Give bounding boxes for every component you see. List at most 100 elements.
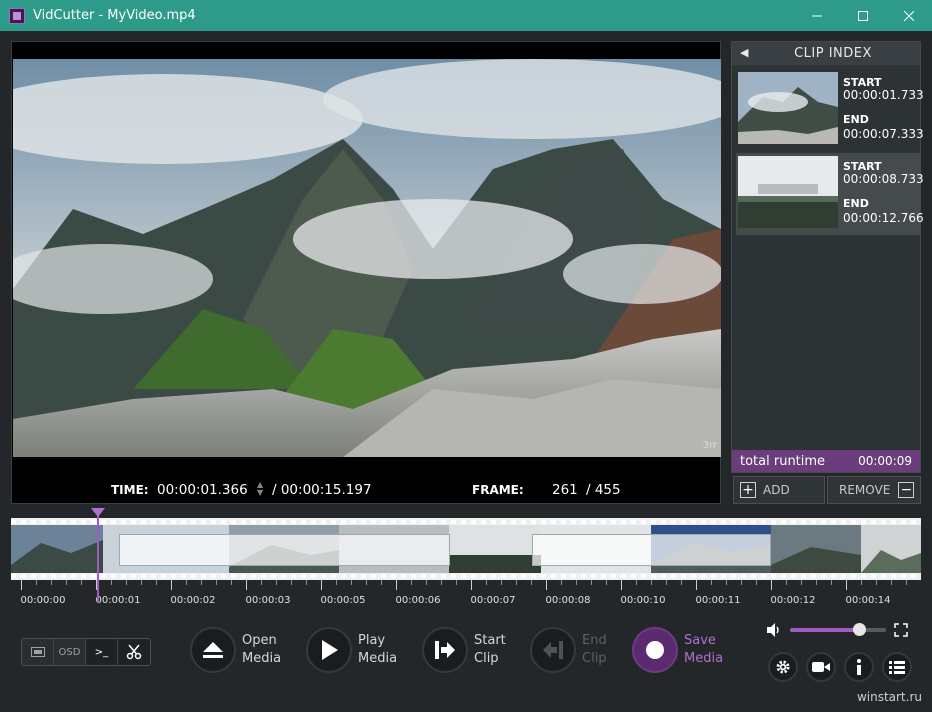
timeline-tick-label: 00:00:03	[245, 595, 291, 606]
timeline-minor-tick	[351, 580, 352, 585]
gear-icon	[776, 660, 790, 674]
smartcut-toggle[interactable]	[118, 639, 150, 665]
timecode-bar: TIME: 00:00:01.366 ▲ ▼ / 00:00:15.197 FRA…	[12, 475, 720, 503]
timeline-tick-label: 00:00:10	[620, 595, 666, 606]
timeline-minor-tick	[366, 580, 367, 585]
timeline-minor-tick	[666, 580, 667, 585]
playhead-handle-icon[interactable]	[91, 508, 105, 517]
close-icon	[904, 10, 914, 21]
play-icon	[306, 627, 352, 673]
clip-index-title: CLIP INDEX	[794, 46, 872, 61]
timeline-minor-tick	[81, 580, 82, 585]
maximize-icon	[858, 10, 868, 21]
menu-button[interactable]	[882, 652, 912, 682]
about-button[interactable]	[844, 652, 874, 682]
timeline-tick-label: 00:00:14	[845, 595, 891, 606]
runtime-label: total runtime	[740, 453, 826, 469]
total-frames: / 455	[586, 482, 621, 498]
timeline-tick	[321, 580, 322, 590]
end-clip-icon	[530, 627, 576, 673]
timeline-minor-tick	[411, 580, 412, 585]
save-media-button[interactable]: Save Media	[632, 624, 723, 676]
settings-button[interactable]	[768, 652, 798, 682]
start-clip-label-2: Clip	[474, 651, 499, 666]
clip-item[interactable]: START 00:00:01.733 END 00:00:07.333	[736, 69, 924, 151]
clip-end-time: 00:00:12.766	[843, 211, 924, 225]
volume-slider[interactable]	[790, 623, 886, 636]
minus-icon: −	[898, 482, 915, 498]
timeline-minor-tick	[861, 580, 862, 585]
timeline-minor-tick	[636, 580, 637, 585]
add-clip-button[interactable]: + ADD	[733, 476, 825, 504]
current-time[interactable]: 00:00:01.366	[157, 482, 248, 498]
clip-segment[interactable]	[119, 534, 450, 566]
timeline-minor-tick	[441, 580, 442, 585]
clip-end-time: 00:00:07.333	[843, 127, 924, 141]
current-frame[interactable]: 261	[552, 482, 578, 498]
watermark-text: winstart.ru	[856, 690, 922, 704]
thumbnails-toggle[interactable]	[22, 639, 54, 665]
clip-end-label: END	[843, 197, 869, 210]
collapse-arrow-icon[interactable]: ◀	[740, 46, 749, 59]
remove-clip-button[interactable]: REMOVE −	[827, 476, 921, 504]
timeline-minor-tick	[531, 580, 532, 585]
volume-icon[interactable]	[766, 622, 782, 642]
timeline-minor-tick	[216, 580, 217, 585]
clip-item[interactable]: START 00:00:08.733 END 00:00:12.766	[736, 153, 924, 235]
minimize-icon	[812, 15, 822, 16]
timeline-tick	[171, 580, 172, 590]
end-clip-button[interactable]: End Clip	[530, 624, 607, 676]
window-title: VidCutter - MyVideo.mp4	[33, 8, 196, 23]
start-clip-label-1: Start	[474, 633, 506, 648]
clip-thumbnail	[738, 156, 838, 228]
time-label: TIME:	[111, 483, 149, 497]
clip-index-panel: ◀ CLIP INDEX START 00:00:01.733 END 00:0…	[731, 41, 924, 473]
osd-toggle[interactable]: OSD	[54, 639, 86, 665]
timeline-minor-tick	[381, 580, 382, 585]
mode-toggle-group: OSD >_	[21, 638, 151, 666]
maximize-button[interactable]	[840, 0, 886, 31]
minimize-button[interactable]	[794, 0, 840, 31]
media-info-button[interactable]	[806, 652, 836, 682]
save-media-label-2: Media	[684, 651, 724, 666]
video-player[interactable]: 3rr TIME: 00:00:01.366 ▲ ▼ / 00:00:15.197…	[11, 41, 721, 504]
timeline-minor-tick	[126, 580, 127, 585]
volume-handle[interactable]	[853, 623, 867, 636]
start-clip-button[interactable]: Start Clip	[422, 624, 506, 676]
timeline-tick	[771, 580, 772, 590]
console-toggle[interactable]: >_	[86, 639, 118, 665]
close-button[interactable]	[886, 0, 932, 31]
fullscreen-icon[interactable]	[894, 622, 908, 641]
playhead[interactable]	[97, 508, 99, 603]
timeline-minor-tick	[336, 580, 337, 585]
clip-index-header[interactable]: ◀ CLIP INDEX	[732, 42, 920, 65]
scissors-icon	[126, 644, 142, 660]
timeline-ruler: 00:00:00 00:00:01 00:00:02 00:00:03 00:00:05…	[11, 580, 921, 610]
time-spinner-icon[interactable]: ▲ ▼	[257, 481, 263, 497]
add-label: ADD	[763, 483, 790, 497]
timeline-minor-tick	[501, 580, 502, 585]
timeline-minor-tick	[456, 580, 457, 585]
timeline-minor-tick	[261, 580, 262, 585]
play-media-button[interactable]: Play Media	[306, 624, 397, 676]
timeline-minor-tick	[786, 580, 787, 585]
timeline-minor-tick	[516, 580, 517, 585]
timeline-minor-tick	[876, 580, 877, 585]
timeline-tick-label: 00:00:12	[770, 595, 816, 606]
clip-start-time: 00:00:08.733	[843, 172, 924, 186]
timeline-minor-tick	[801, 580, 802, 585]
title-bar: VidCutter - MyVideo.mp4	[0, 0, 932, 31]
end-clip-label-1: End	[582, 633, 607, 648]
eject-icon	[190, 627, 236, 673]
timeline-tick	[696, 580, 697, 590]
timeline-minor-tick	[141, 580, 142, 585]
info-icon	[857, 659, 861, 675]
save-media-label-1: Save	[684, 633, 716, 648]
clip-segment[interactable]	[532, 534, 771, 566]
list-icon	[889, 661, 905, 674]
timeline[interactable]	[11, 518, 921, 580]
timeline-minor-tick	[756, 580, 757, 585]
open-media-button[interactable]: Open Media	[190, 624, 281, 676]
timeline-minor-tick	[816, 580, 817, 585]
timeline-tick	[546, 580, 547, 590]
